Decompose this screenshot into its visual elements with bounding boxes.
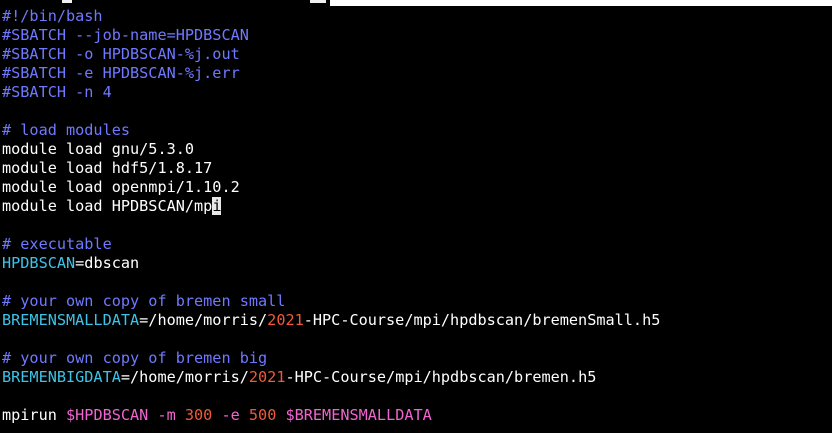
- code-line-module-gnu: module load gnu/5.3.0: [2, 140, 195, 158]
- code-line-sbatch-tasks: #SBATCH -n 4: [2, 83, 112, 101]
- code-line-module-hpdbscan: module load HPDBSCAN/mpi: [2, 197, 830, 216]
- code-line-comment-bremen-big: # your own copy of bremen big: [2, 349, 268, 367]
- path-segment: =/home/morris/: [139, 311, 268, 329]
- path-segment: -HPC-Course/mpi/hpdbscan/bremenSmall.h5: [303, 311, 661, 329]
- code-line-comment-modules: # load modules: [2, 121, 131, 139]
- code-line-comment-executable: # executable: [2, 235, 112, 253]
- command-name: mpirun: [2, 406, 67, 424]
- path-segment: =/home/morris/: [120, 368, 249, 386]
- window-tab[interactable]: [62, 0, 72, 3]
- variable-reference: $HPDBSCAN: [66, 406, 149, 424]
- path-segment: -HPC-Course/mpi/hpdbscan/bremen.h5: [285, 368, 597, 386]
- path-number: 2021: [267, 311, 304, 329]
- code-line-bremen-big-assignment: BREMENBIGDATA=/home/morris/2021-HPC-Cour…: [2, 368, 830, 387]
- window-top-strip: [0, 0, 832, 6]
- flag-e-value: 500: [248, 406, 277, 424]
- variable-name: BREMENBIGDATA: [2, 368, 121, 386]
- code-line-shebang: #!/bin/bash: [2, 7, 103, 25]
- code-line-module-hdf5: module load hdf5/1.8.17: [2, 159, 213, 177]
- code-line-comment-bremen-small: # your own copy of bremen small: [2, 292, 286, 310]
- module-hpdbscan-text: module load HPDBSCAN/mp: [2, 197, 213, 215]
- variable-name: BREMENSMALLDATA: [2, 311, 140, 329]
- code-line-executable-assignment: HPDBSCAN=dbscan: [2, 254, 830, 273]
- variable-name: HPDBSCAN: [2, 254, 76, 272]
- window-tab[interactable]: [310, 0, 326, 3]
- flag-m-value: 300: [184, 406, 213, 424]
- terminal-editor[interactable]: #!/bin/bash #SBATCH --job-name=HPDBSCAN …: [2, 7, 830, 431]
- code-line-sbatch-job-name: #SBATCH --job-name=HPDBSCAN: [2, 26, 249, 44]
- code-line-bremen-small-assignment: BREMENSMALLDATA=/home/morris/2021-HPC-Co…: [2, 311, 830, 330]
- code-line-sbatch-output: #SBATCH -o HPDBSCAN-%j.out: [2, 45, 240, 63]
- path-number: 2021: [248, 368, 286, 386]
- code-line-mpirun: mpirun $HPDBSCAN -m 300 -e 500 $BREMENSM…: [2, 406, 830, 425]
- code-line-sbatch-error: #SBATCH -e HPDBSCAN-%j.err: [2, 64, 240, 82]
- variable-reference: $BREMENSMALLDATA: [276, 406, 432, 424]
- text-cursor: i: [212, 197, 222, 215]
- code-line-module-openmpi: module load openmpi/1.10.2: [2, 178, 240, 196]
- flag-m: -m: [148, 406, 185, 424]
- flag-e: -e: [212, 406, 249, 424]
- variable-value: =dbscan: [75, 254, 140, 272]
- window-title-bar: [330, 0, 832, 6]
